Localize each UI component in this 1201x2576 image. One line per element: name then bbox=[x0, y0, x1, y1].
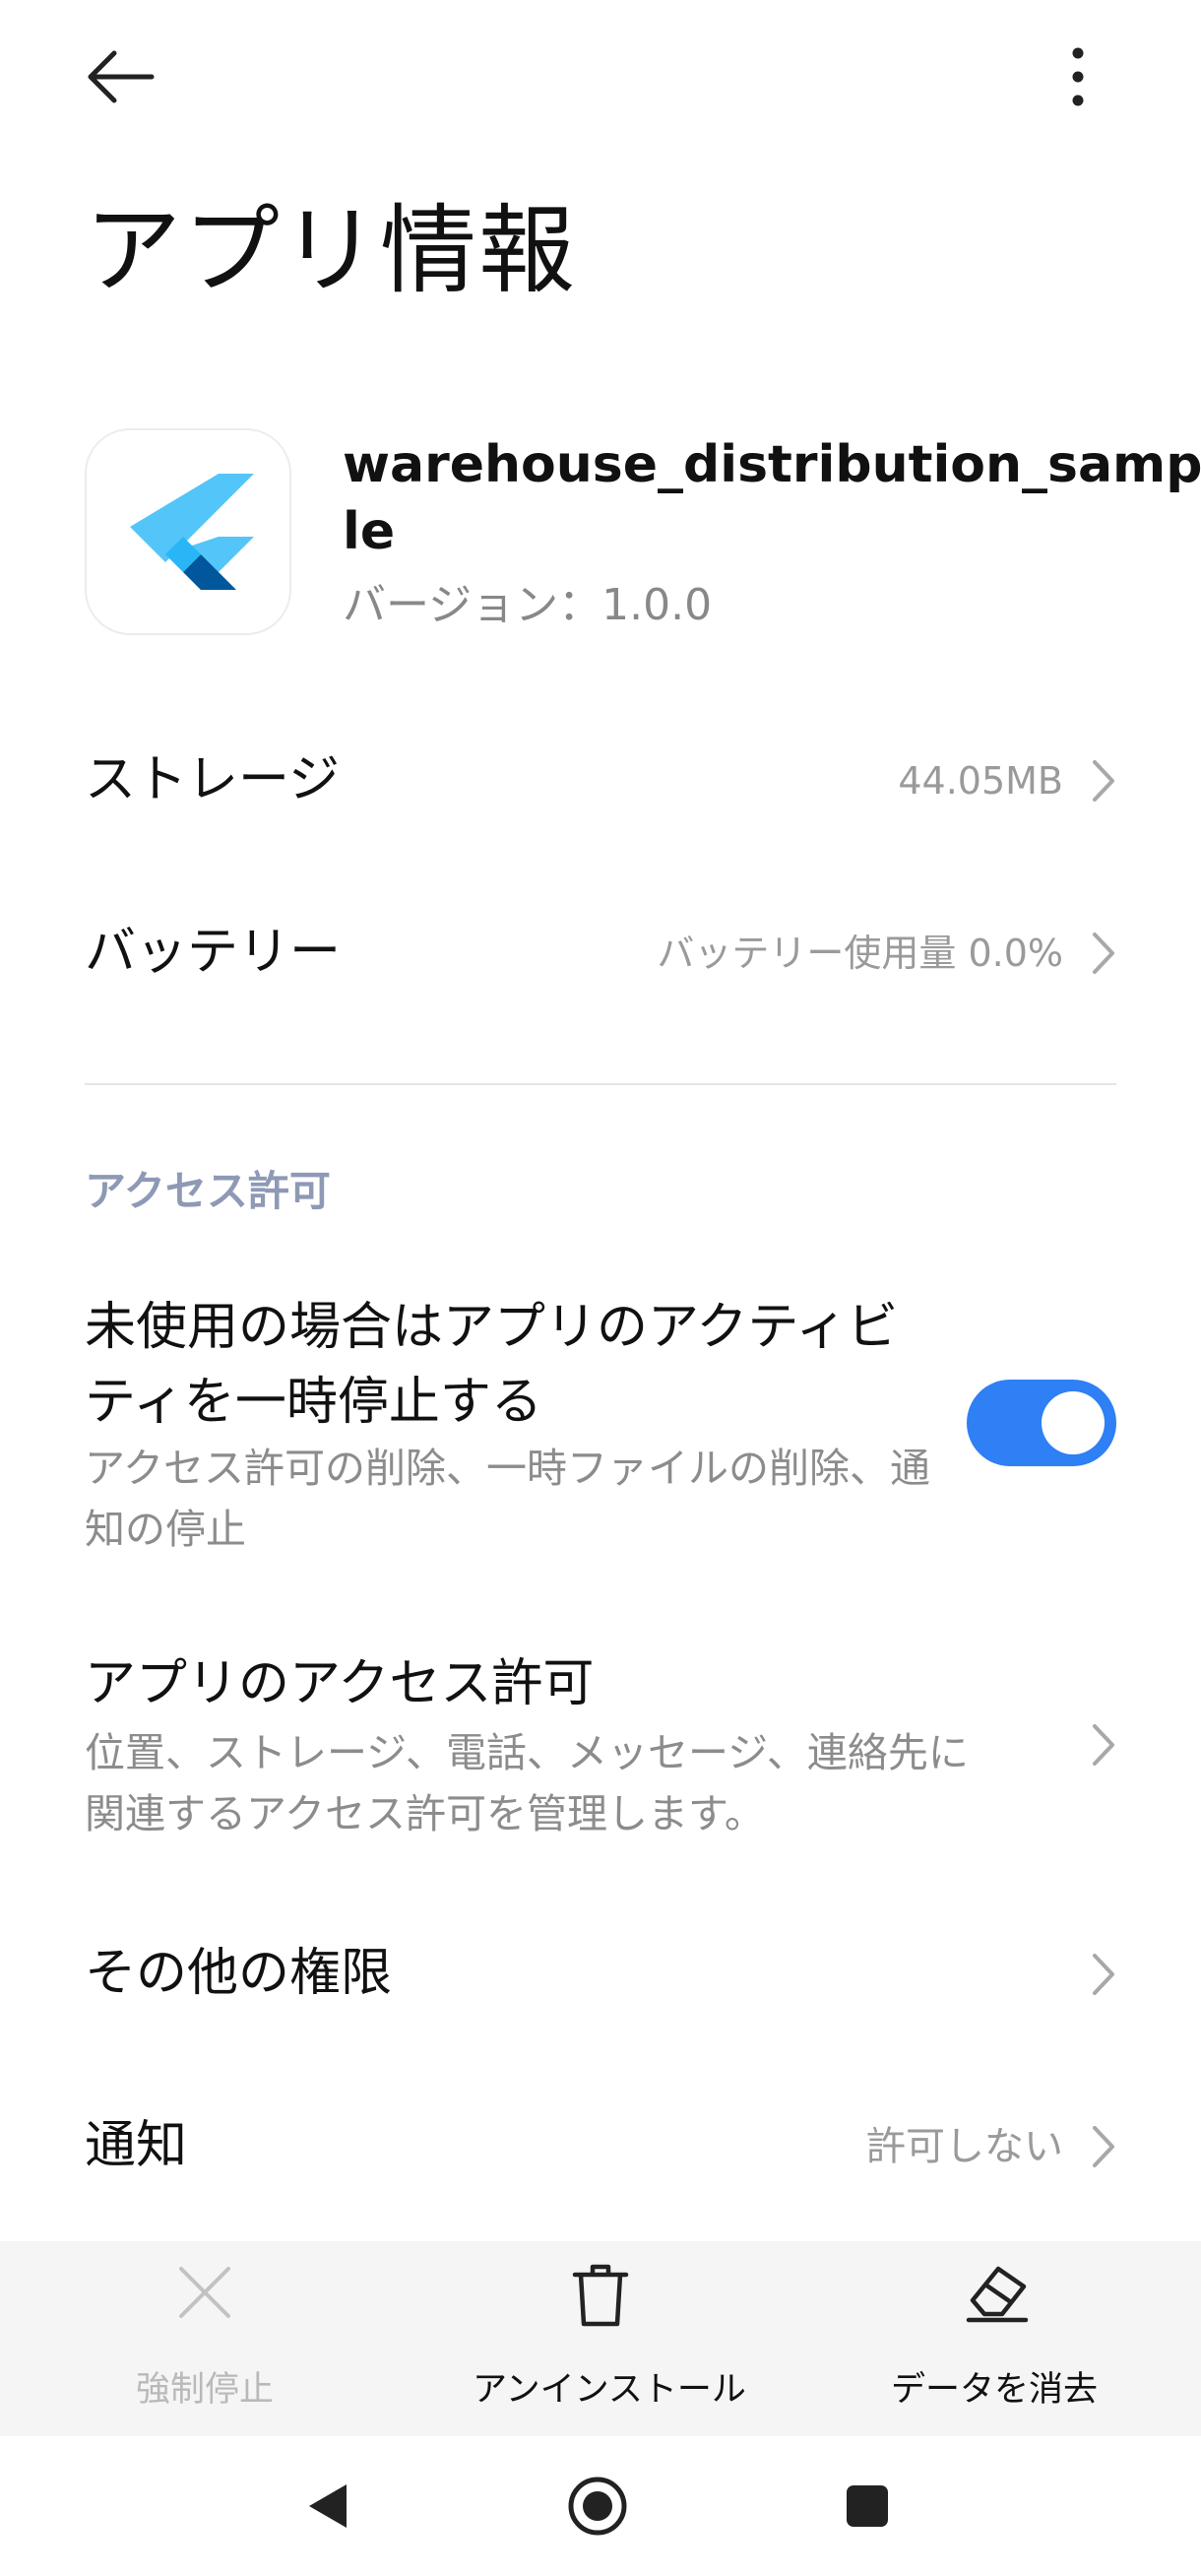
app-version: バージョン：1.0.0 bbox=[343, 580, 713, 630]
force-stop-label: 強制停止 bbox=[135, 2370, 274, 2410]
section-divider bbox=[85, 1083, 1116, 1085]
arrow-left-icon bbox=[88, 50, 155, 103]
permissions-section-title: アクセス許可 bbox=[85, 1167, 331, 1215]
page-title: アプリ情報 bbox=[85, 195, 578, 307]
system-nav-bar bbox=[0, 2436, 1201, 2576]
battery-value: バッテリー使用量 0.0% bbox=[657, 932, 1063, 975]
chevron-right-icon bbox=[1093, 1724, 1114, 1766]
app-permissions-row[interactable]: アプリのアクセス許可 位置、ストレージ、電話、メッセージ、連絡先に関連するアクセ… bbox=[85, 1649, 1118, 1846]
notifications-value: 許可しない bbox=[866, 2124, 1063, 2169]
battery-row[interactable]: バッテリー バッテリー使用量 0.0% bbox=[85, 916, 1118, 991]
eraser-icon bbox=[966, 2266, 1029, 2323]
storage-value: 44.05MB bbox=[898, 759, 1063, 803]
clear-data-label: データを消去 bbox=[890, 2370, 1098, 2410]
nav-home-button[interactable] bbox=[543, 2452, 652, 2560]
app-icon bbox=[85, 428, 291, 635]
chevron-right-icon bbox=[1093, 760, 1114, 802]
storage-title: ストレージ bbox=[85, 750, 340, 809]
uninstall-label: アンインストール bbox=[473, 2370, 746, 2410]
bottom-action-bar: 強制停止 アンインストール データを消去 bbox=[0, 2241, 1201, 2436]
other-permissions-row[interactable]: その他の権限 bbox=[85, 1937, 1118, 2012]
more-options-button[interactable] bbox=[1043, 37, 1112, 116]
top-app-bar bbox=[0, 0, 1201, 158]
chevron-right-icon bbox=[1093, 2126, 1114, 2167]
nav-home-circle-icon bbox=[568, 2477, 627, 2536]
other-permissions-title: その他の権限 bbox=[85, 1944, 393, 2003]
pause-activity-toggle[interactable] bbox=[967, 1380, 1116, 1466]
close-x-icon bbox=[179, 2267, 230, 2318]
nav-recents-square-icon bbox=[847, 2485, 888, 2527]
nav-back-button[interactable] bbox=[274, 2452, 382, 2560]
back-button[interactable] bbox=[81, 39, 159, 118]
storage-row[interactable]: ストレージ 44.05MB bbox=[85, 743, 1118, 818]
chevron-right-icon bbox=[1093, 1954, 1114, 1995]
pause-activity-subtitle: アクセス許可の削除、一時ファイルの削除、通知の停止 bbox=[85, 1445, 930, 1553]
nav-back-triangle-icon bbox=[309, 2484, 347, 2528]
battery-title: バッテリー bbox=[85, 923, 342, 982]
app-permissions-title: アプリのアクセス許可 bbox=[85, 1654, 595, 1713]
pause-activity-row[interactable]: 未使用の場合はアプリのアクティビティを一時停止する アクセス許可の削除、一時ファ… bbox=[85, 1290, 1118, 1566]
app-permissions-subtitle: 位置、ストレージ、電話、メッセージ、連絡先に関連するアクセス許可を管理します。 bbox=[85, 1729, 969, 1837]
trash-icon bbox=[572, 2264, 629, 2327]
flutter-logo-icon bbox=[130, 474, 254, 590]
notifications-title: 通知 bbox=[85, 2116, 188, 2175]
more-vertical-icon bbox=[1072, 47, 1084, 106]
clear-data-button[interactable]: データを消去 bbox=[866, 2241, 1122, 2436]
force-stop-button[interactable]: 強制停止 bbox=[77, 2241, 333, 2436]
nav-recents-button[interactable] bbox=[813, 2452, 921, 2560]
notifications-row[interactable]: 通知 許可しない bbox=[85, 2109, 1118, 2184]
chevron-right-icon bbox=[1093, 933, 1114, 974]
uninstall-button[interactable]: アンインストール bbox=[473, 2241, 746, 2436]
app-info-screen: アプリ情報 warehouse_distribution_sample バージョ… bbox=[0, 0, 1201, 2576]
app-name: warehouse_distribution_sample bbox=[343, 435, 1201, 561]
app-header: warehouse_distribution_sample バージョン：1.0.… bbox=[85, 428, 1201, 640]
pause-activity-title: 未使用の場合はアプリのアクティビティを一時停止する bbox=[85, 1298, 899, 1432]
toggle-knob bbox=[1042, 1391, 1105, 1454]
